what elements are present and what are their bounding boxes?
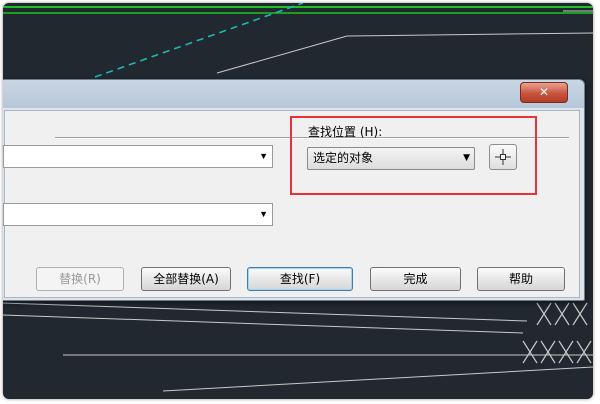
cad-cyan-dashed-line [94,3,304,78]
screenshot-frame: ✕ ▼ ▼ 查找位置 (H): 选定的对象 ▼ 替换(R) 全部替换(A) 查找… [3,3,593,399]
cad-white-line [216,35,348,74]
find-button[interactable]: 查找(F) [247,267,353,291]
cad-white-line [3,302,528,322]
help-button[interactable]: 帮助 [477,267,565,291]
cad-white-line [346,32,593,37]
cad-hatch-pattern [522,302,592,364]
chevron-down-icon[interactable]: ▼ [259,204,268,225]
highlight-annotation-box [290,116,537,195]
done-button[interactable]: 完成 [370,267,461,291]
replace-button[interactable]: 替换(R) [36,267,124,291]
dialog-titlebar[interactable]: ✕ [3,80,584,108]
chevron-down-icon[interactable]: ▼ [259,146,268,167]
close-button[interactable]: ✕ [520,82,568,103]
replace-with-combobox[interactable]: ▼ [3,203,273,226]
cad-white-line [162,366,593,392]
find-what-combobox[interactable]: ▼ [3,145,273,168]
close-icon: ✕ [538,85,550,99]
replace-all-button[interactable]: 全部替换(A) [141,267,231,291]
